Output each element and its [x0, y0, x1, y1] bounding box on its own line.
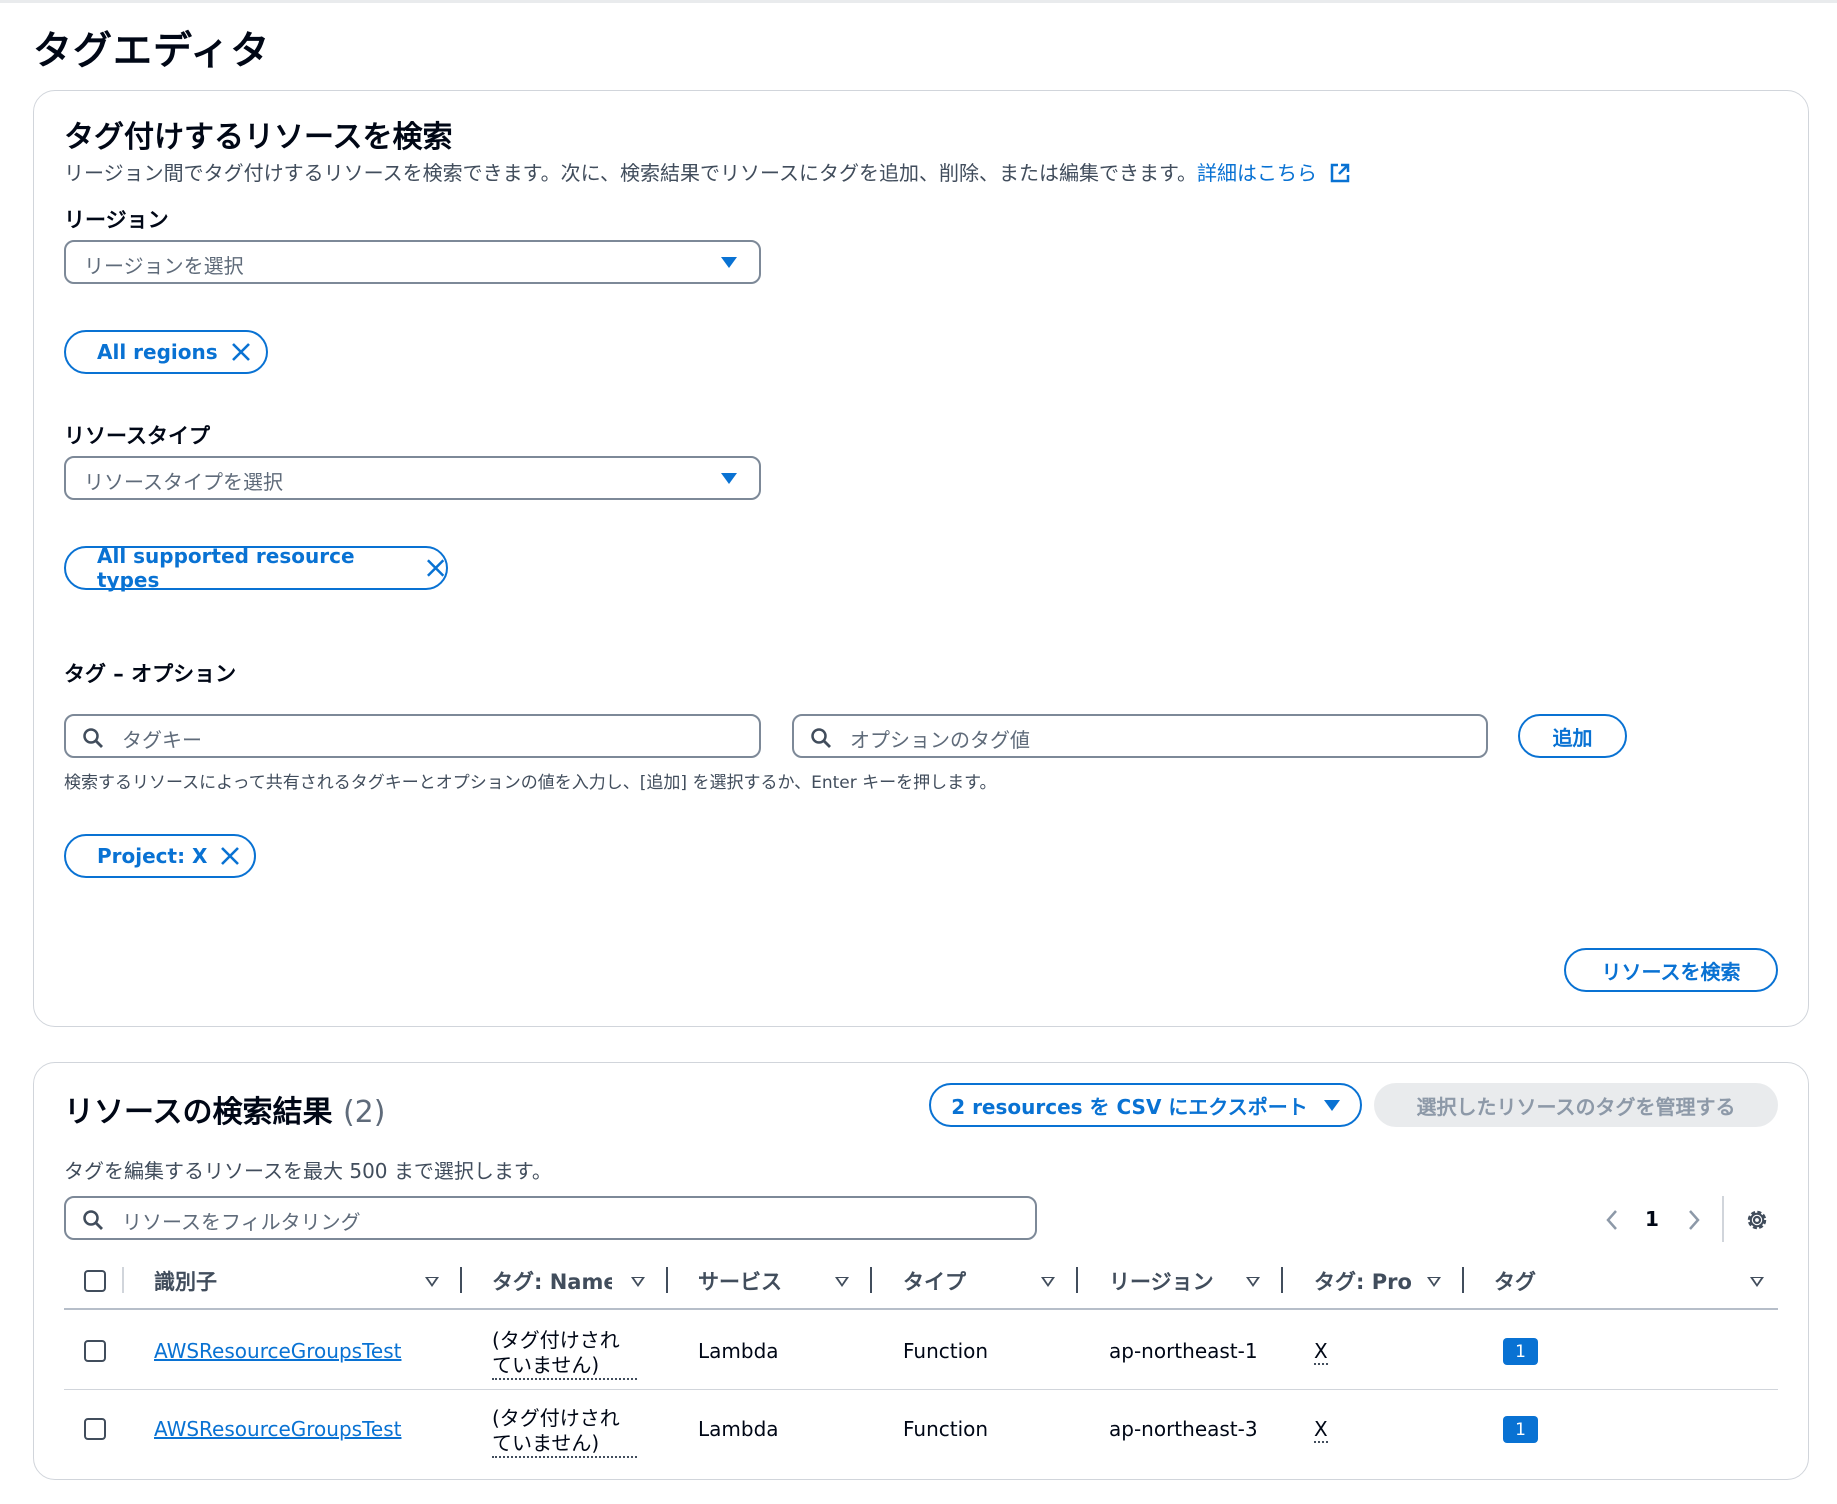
caret-down-icon: [1323, 1099, 1340, 1111]
resource-identifier-link[interactable]: AWSResourceGroupsTest: [154, 1339, 401, 1363]
close-icon[interactable]: [425, 557, 446, 579]
manage-tags-button[interactable]: 選択したリソースのタグを管理する: [1374, 1083, 1778, 1127]
search-icon: [83, 1210, 103, 1230]
tag-name-line2[interactable]: ていません): [492, 1349, 637, 1380]
search-icon: [811, 728, 831, 748]
export-csv-label: 2 resources を CSV にエクスポート: [951, 1094, 1308, 1119]
column-header-service[interactable]: サービス: [698, 1266, 808, 1296]
project-tag-cell[interactable]: X: [1314, 1417, 1328, 1443]
sort-icon[interactable]: [1750, 1277, 1764, 1287]
column-header-tag-project[interactable]: タグ: Project: [1314, 1266, 1411, 1296]
sort-icon[interactable]: [425, 1277, 439, 1287]
search-panel-title: タグ付けするリソースを検索: [64, 120, 453, 155]
type-cell: Function: [903, 1417, 989, 1441]
tag-name-line2[interactable]: ていません): [492, 1427, 637, 1458]
table-header-divider: [64, 1308, 1778, 1310]
column-header-region[interactable]: リージョン: [1109, 1266, 1239, 1296]
caret-down-icon: [721, 257, 737, 268]
search-resources-button[interactable]: リソースを検索: [1564, 948, 1778, 992]
column-header-type[interactable]: タイプ: [903, 1266, 1003, 1296]
column-divider: [460, 1267, 462, 1293]
column-divider: [122, 1267, 124, 1293]
results-count: (2): [342, 1095, 386, 1130]
region-cell: ap-northeast-3: [1109, 1417, 1258, 1441]
project-tag-cell[interactable]: X: [1314, 1339, 1328, 1365]
sort-icon[interactable]: [1041, 1277, 1055, 1287]
gear-icon[interactable]: [1744, 1207, 1770, 1233]
tag-value-input[interactable]: オプションのタグ値: [792, 714, 1488, 758]
tag-token: Project: X: [64, 834, 256, 878]
tag-key-input[interactable]: タグキー: [64, 714, 761, 758]
tags-hint: 検索するリソースによって共有されるタグキーとオプションの値を入力し、[追加] を…: [64, 773, 997, 793]
region-token-label: All regions: [97, 340, 218, 364]
sort-icon[interactable]: [1246, 1277, 1260, 1287]
external-link-icon[interactable]: [1329, 162, 1351, 184]
close-icon[interactable]: [219, 845, 241, 867]
row-checkbox[interactable]: [84, 1340, 106, 1362]
filter-placeholder: リソースをフィルタリング: [122, 1210, 361, 1234]
region-token: All regions: [64, 330, 268, 374]
region-select-placeholder: リージョンを選択: [84, 254, 244, 278]
tag-count-badge[interactable]: 1: [1503, 1416, 1538, 1443]
service-cell: Lambda: [698, 1417, 779, 1441]
column-header-tags[interactable]: タグ: [1494, 1266, 1574, 1296]
select-all-checkbox[interactable]: [84, 1270, 106, 1292]
search-panel-description: リージョン間でタグ付けするリソースを検索できます。次に、検索結果でリソースにタグ…: [64, 157, 1351, 186]
resource-type-select[interactable]: リソースタイプを選択: [64, 456, 761, 500]
export-csv-button[interactable]: 2 resources を CSV にエクスポート: [929, 1083, 1362, 1127]
resource-identifier-link[interactable]: AWSResourceGroupsTest: [154, 1417, 401, 1441]
pager-divider: [1722, 1196, 1724, 1242]
sort-icon[interactable]: [1427, 1277, 1441, 1287]
resource-type-token: All supported resource types: [64, 544, 448, 592]
chevron-right-icon[interactable]: [1687, 1209, 1701, 1231]
tag-value-placeholder: オプションのタグ値: [850, 728, 1030, 752]
search-icon: [83, 728, 103, 748]
type-cell: Function: [903, 1339, 989, 1363]
row-divider: [64, 1389, 1778, 1390]
tags-label: タグ – オプション: [64, 662, 237, 686]
filter-resources-input[interactable]: リソースをフィルタリング: [64, 1196, 1037, 1240]
sort-icon[interactable]: [835, 1277, 849, 1287]
region-label: リージョン: [64, 208, 169, 232]
page-number[interactable]: 1: [1645, 1207, 1659, 1231]
close-icon[interactable]: [230, 341, 252, 363]
column-divider: [1462, 1267, 1464, 1293]
chevron-left-icon[interactable]: [1605, 1209, 1619, 1231]
add-tag-button[interactable]: 追加: [1518, 714, 1627, 758]
tag-count-badge[interactable]: 1: [1503, 1338, 1538, 1365]
row-checkbox[interactable]: [84, 1418, 106, 1440]
sort-icon[interactable]: [631, 1277, 645, 1287]
caret-down-icon: [721, 473, 737, 484]
results-title-text: リソースの検索結果: [64, 1095, 333, 1130]
results-description: タグを編集するリソースを最大 500 まで選択します。: [64, 1159, 552, 1183]
tag-key-placeholder: タグキー: [122, 728, 202, 752]
region-select[interactable]: リージョンを選択: [64, 240, 761, 284]
results-title: リソースの検索結果 (2): [64, 1087, 385, 1131]
learn-more-link[interactable]: 詳細はこちら: [1197, 161, 1317, 185]
region-cell: ap-northeast-1: [1109, 1339, 1258, 1363]
page-title: タグエディタ: [33, 29, 271, 74]
description-text: リージョン間でタグ付けするリソースを検索できます。次に、検索結果でリソースにタグ…: [64, 161, 1197, 185]
top-divider: [0, 0, 1837, 3]
column-header-tag-name[interactable]: タグ: Name: [492, 1266, 612, 1296]
service-cell: Lambda: [698, 1339, 779, 1363]
column-divider: [666, 1267, 668, 1293]
column-divider: [1281, 1267, 1283, 1293]
resource-type-label: リソースタイプ: [64, 424, 210, 448]
resource-type-select-placeholder: リソースタイプを選択: [84, 470, 283, 494]
column-header-identifier[interactable]: 識別子: [154, 1266, 274, 1296]
column-divider: [1076, 1267, 1078, 1293]
column-divider: [870, 1267, 872, 1293]
tag-token-label: Project: X: [97, 844, 208, 868]
resource-type-token-label: All supported resource types: [97, 544, 355, 592]
